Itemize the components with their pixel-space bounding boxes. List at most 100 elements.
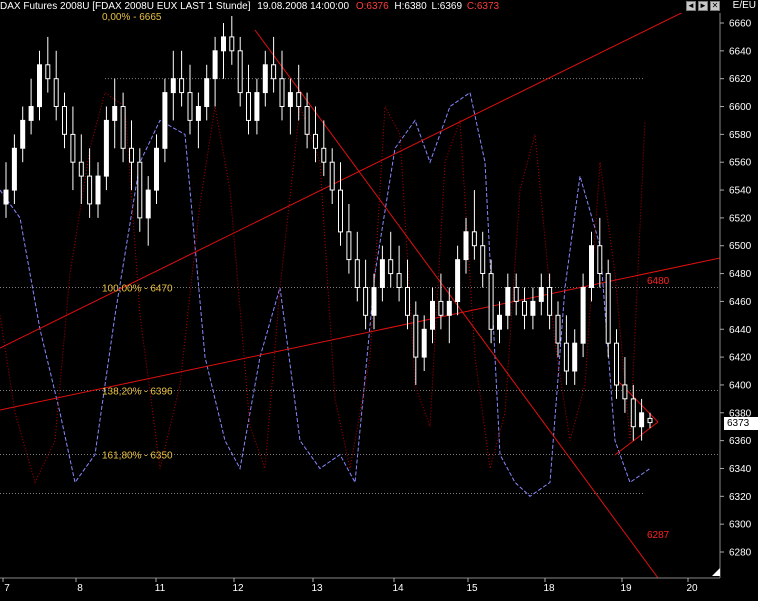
candle-body: [62, 106, 67, 135]
candle-body: [622, 384, 628, 400]
candle-body: [95, 175, 101, 205]
axis-currency-label: E/EU: [732, 0, 756, 11]
y-tick-label: 6400: [729, 380, 752, 391]
candle-body: [321, 147, 327, 163]
low-value: L:6369: [431, 1, 463, 12]
candle-body: [329, 161, 335, 191]
candle-body: [195, 106, 201, 121]
chart-background: [0, 0, 758, 596]
candle-body: [120, 106, 126, 149]
candle-body: [421, 328, 427, 358]
high-value: H:6380: [394, 1, 427, 12]
candle-body: [379, 259, 385, 289]
candle-body: [287, 92, 293, 107]
candle-body: [488, 273, 494, 330]
x-tick-label: 14: [392, 583, 404, 594]
open-value: O:6376: [355, 1, 389, 12]
scroll-right-icon[interactable]: ►: [698, 1, 708, 11]
candle-body: [513, 287, 519, 302]
candle-body: [11, 147, 17, 191]
candle-body: [580, 287, 586, 344]
trendline-value-label: 6480: [647, 276, 670, 287]
candle-body: [413, 314, 419, 358]
y-tick-label: 6440: [729, 325, 752, 336]
candle-body: [538, 287, 544, 302]
candle-body: [162, 92, 168, 149]
candle-body: [396, 273, 402, 289]
candle-body: [246, 92, 251, 121]
candle-body: [455, 259, 461, 303]
candle-body: [112, 106, 118, 121]
x-tick-label: 12: [232, 583, 244, 594]
candle-body: [53, 78, 59, 107]
bar-timestamp: 19.08.2008 14:00:00: [257, 1, 350, 12]
candle-body: [20, 119, 26, 149]
x-tick-label: 20: [686, 583, 698, 594]
candle-body: [438, 300, 444, 316]
candle-body: [28, 106, 34, 121]
chart-canvas[interactable]: 6280630063206340636063806400642064406460…: [0, 0, 758, 596]
y-tick-label: 6640: [729, 46, 752, 57]
candle-body: [605, 273, 611, 344]
candle-body: [37, 64, 42, 108]
y-tick-label: 6340: [729, 464, 752, 475]
y-tick-label: 6420: [729, 353, 752, 364]
candle-body: [137, 161, 143, 219]
candle-body: [179, 78, 185, 94]
candle-body: [229, 36, 235, 52]
y-tick-label: 6660: [729, 19, 752, 30]
candle-body: [446, 300, 452, 316]
candle-body: [237, 50, 243, 94]
candle-body: [346, 231, 352, 261]
y-tick-label: 6480: [729, 269, 752, 280]
chart[interactable]: 6280 6300 6320 6340 6360 6380 6400 6420 6440 6460…: [0, 0, 758, 596]
candle-body: [170, 78, 176, 94]
candle-body: [212, 50, 218, 80]
y-tick-label: 6500: [729, 241, 752, 252]
fib-level-label: 0,00% - 6665: [102, 12, 162, 23]
x-tick-label: 7: [4, 583, 10, 594]
y-tick-label: 6280: [729, 548, 752, 559]
candle-body: [639, 412, 645, 428]
y-tick-label: 6560: [729, 158, 752, 169]
candle-body: [480, 245, 486, 274]
close-value: C:6373: [466, 1, 500, 12]
candle-body: [430, 300, 435, 330]
close-icon[interactable]: ✕: [710, 1, 720, 11]
y-tick-label: 6620: [729, 74, 752, 85]
chart-header: DAX Futures 2008U [FDAX 2008U EUX LAST 1…: [0, 0, 720, 13]
x-tick-label: 18: [543, 583, 555, 594]
candle-body: [45, 64, 51, 80]
x-tick-label: 11: [155, 583, 166, 594]
fib-level-label: 138,20% - 6396: [102, 387, 173, 398]
candle-body: [279, 78, 285, 107]
candle-body: [471, 231, 477, 247]
candle-body: [589, 245, 594, 288]
candle-body: [262, 64, 268, 94]
candle-body: [78, 161, 84, 177]
candle-body: [3, 189, 9, 205]
fib-level-label: 100,00% - 6470: [102, 284, 173, 295]
candle-body: [187, 92, 193, 121]
instrument-title: DAX Futures 2008U [FDAX 2008U EUX LAST 1…: [0, 1, 251, 12]
candle-body: [338, 189, 343, 233]
candle-body: [522, 300, 527, 316]
last-price-tag: 6373: [724, 417, 758, 430]
y-tick-label: 6460: [729, 297, 752, 308]
candle-body: [87, 175, 93, 205]
x-tick-label: 13: [311, 583, 323, 594]
trendline-value-label: 6287: [647, 530, 670, 541]
candle-body: [254, 92, 260, 121]
candle-body: [313, 133, 318, 149]
candle-body: [547, 287, 553, 316]
y-tick-label: 6580: [729, 130, 752, 141]
y-tick-label: 6520: [729, 213, 752, 224]
candle-body: [647, 417, 653, 424]
candle-body: [296, 92, 302, 107]
candle-body: [304, 106, 310, 135]
candle-body: [614, 342, 619, 386]
x-tick-label: 15: [466, 583, 478, 594]
scroll-left-icon[interactable]: ◄: [686, 1, 696, 11]
x-tick-label: 19: [620, 583, 632, 594]
candle-body: [530, 300, 536, 316]
